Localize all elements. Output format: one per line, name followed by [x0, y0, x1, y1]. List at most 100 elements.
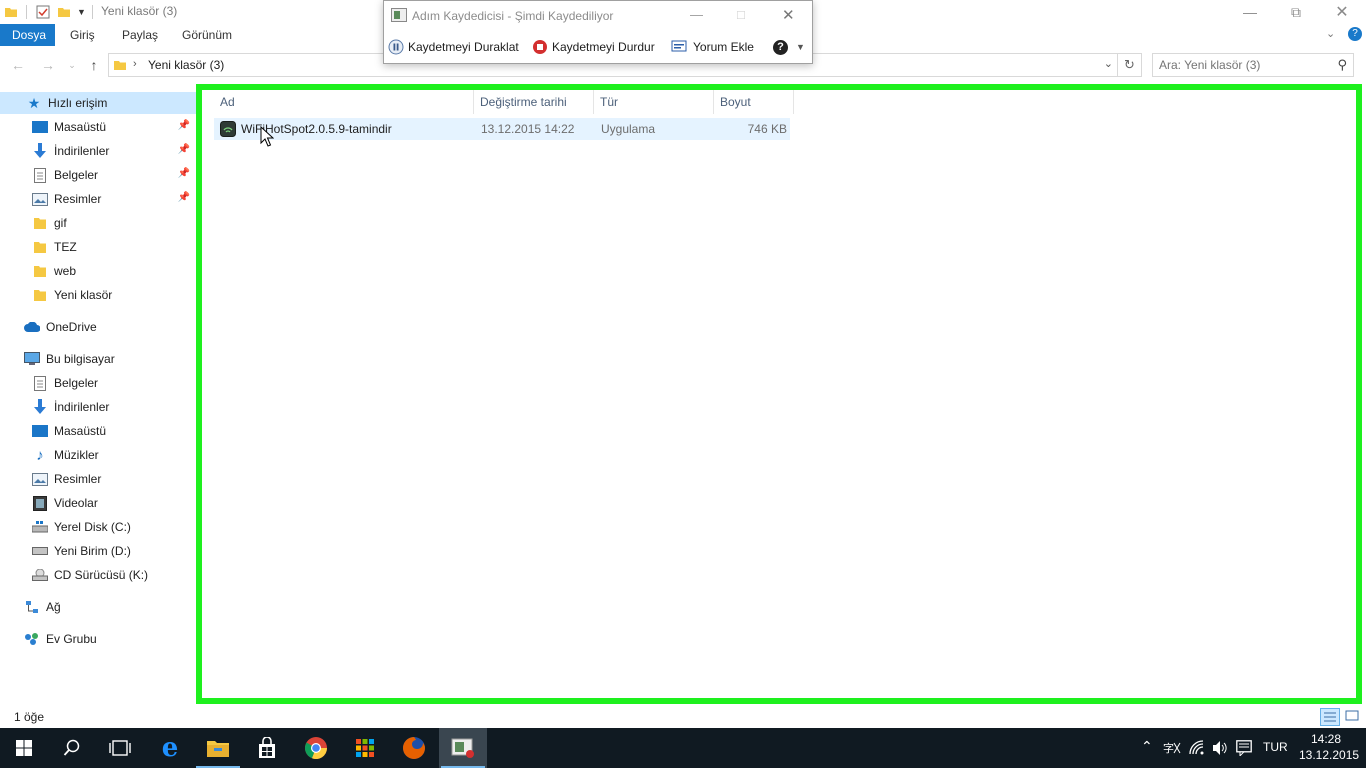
taskbar-apps[interactable] — [341, 728, 389, 768]
tab-share[interactable]: Paylaş — [110, 24, 170, 46]
nav-item-gif[interactable]: gif — [0, 212, 196, 234]
tab-file[interactable]: Dosya — [0, 24, 55, 46]
nav-item-tez[interactable]: TEZ — [0, 236, 196, 258]
customize-qat-icon[interactable]: ▼ — [77, 7, 86, 17]
pin-icon[interactable]: 📌 — [178, 192, 190, 203]
table-row[interactable]: WiFiHotSpot2.0.5.9-tamindir 13.12.2015 1… — [214, 118, 790, 140]
column-header-name[interactable]: Ad — [214, 90, 474, 114]
column-header-type[interactable]: Tür — [594, 90, 714, 114]
address-dropdown-icon[interactable]: ⌄ — [1104, 57, 1113, 70]
nav-pc-documents[interactable]: Belgeler — [0, 372, 196, 394]
ime-icon[interactable]: 字 — [1163, 740, 1181, 756]
nav-item-downloads[interactable]: İndirilenler 📌 — [0, 140, 196, 162]
stop-recording-button[interactable]: Kaydetmeyi Durdur — [532, 37, 655, 57]
input-language[interactable]: TUR — [1263, 740, 1288, 754]
search-box[interactable]: ⚲ — [1152, 53, 1354, 77]
nav-pc-music[interactable]: ♪ Müzikler — [0, 444, 196, 466]
nav-onedrive[interactable]: OneDrive — [0, 316, 196, 338]
quick-access-toolbar: ▼ — [4, 3, 99, 21]
tab-view[interactable]: Görünüm — [170, 24, 244, 46]
refresh-button[interactable]: ↻ — [1118, 53, 1142, 77]
clock-time[interactable]: 14:28 — [1311, 732, 1341, 746]
recorder-help-button[interactable]: ? ▼ — [773, 37, 805, 57]
nav-pc-desktop[interactable]: Masaüstü — [0, 420, 196, 442]
nav-quick-access[interactable]: ★ Hızlı erişim — [0, 92, 196, 114]
start-button[interactable] — [0, 728, 48, 768]
item-count: 1 öğe — [14, 710, 45, 724]
comment-icon — [671, 40, 687, 52]
breadcrumb-separator-icon[interactable]: › — [133, 58, 137, 70]
recorder-title: Adım Kaydedicisi - Şimdi Kaydediliyor — [412, 9, 614, 23]
action-center-icon[interactable] — [1236, 740, 1252, 756]
nav-pc-downloads[interactable]: İndirilenler — [0, 396, 196, 418]
minimize-button[interactable]: — — [1227, 0, 1273, 24]
back-button[interactable]: ← — [8, 55, 28, 75]
file-list-area[interactable]: Ad Değiştirme tarihi Tür Boyut WiFiHotSp… — [196, 84, 1362, 704]
videos-icon — [32, 495, 48, 511]
breadcrumb[interactable]: Yeni klasör (3) — [148, 58, 224, 72]
search-button[interactable] — [48, 728, 96, 768]
nav-pc-local-disk[interactable]: Yerel Disk (C:) — [0, 516, 196, 538]
svg-text:字: 字 — [1163, 741, 1174, 755]
large-icons-view-icon — [1345, 710, 1359, 721]
show-hidden-icons-icon[interactable]: ⌃ — [1141, 738, 1153, 755]
navigation-pane: ★ Hızlı erişim Masaüstü 📌 İndirilenler 📌… — [0, 88, 196, 698]
nav-label: Resimler — [54, 192, 102, 206]
column-header-modified[interactable]: Değiştirme tarihi — [474, 90, 594, 114]
new-folder-icon[interactable] — [57, 5, 71, 19]
up-button[interactable]: ↑ — [84, 55, 104, 75]
clock-date[interactable]: 13.12.2015 — [1299, 748, 1359, 762]
details-view-button[interactable] — [1320, 708, 1340, 726]
nav-homegroup[interactable]: Ev Grubu — [0, 628, 196, 650]
properties-icon[interactable] — [35, 4, 51, 20]
expand-ribbon-icon[interactable]: ⌄ — [1326, 27, 1335, 40]
search-input[interactable] — [1159, 57, 1329, 73]
nav-network[interactable]: Ağ — [0, 596, 196, 618]
nav-label: Masaüstü — [54, 424, 107, 438]
forward-button[interactable]: → — [38, 55, 58, 75]
column-header-size[interactable]: Boyut — [714, 90, 794, 114]
taskbar-store[interactable] — [243, 728, 291, 768]
tab-home[interactable]: Giriş — [58, 24, 107, 46]
pin-icon[interactable]: 📌 — [178, 120, 190, 131]
nav-pc-drive-d[interactable]: Yeni Birim (D:) — [0, 540, 196, 562]
task-view-button[interactable] — [96, 728, 144, 768]
restore-button[interactable]: ⧉ — [1273, 0, 1319, 24]
volume-icon[interactable] — [1212, 740, 1230, 756]
nav-this-pc[interactable]: Bu bilgisayar — [0, 348, 196, 370]
nav-pc-pictures[interactable]: Resimler — [0, 468, 196, 490]
nav-pc-videos[interactable]: Videolar — [0, 492, 196, 514]
recent-locations-button[interactable]: ⌄ — [62, 55, 82, 75]
pin-icon[interactable]: 📌 — [178, 168, 190, 179]
nav-item-pictures[interactable]: Resimler 📌 — [0, 188, 196, 210]
taskbar-firefox[interactable] — [390, 728, 438, 768]
nav-item-web[interactable]: web — [0, 260, 196, 282]
nav-item-desktop[interactable]: Masaüstü 📌 — [0, 116, 196, 138]
documents-icon — [32, 375, 48, 391]
recorder-close-button[interactable]: ✕ — [782, 6, 795, 24]
recorder-maximize-button[interactable]: □ — [737, 7, 745, 22]
search-icon[interactable]: ⚲ — [1337, 57, 1347, 73]
wifi-icon[interactable] — [1189, 740, 1205, 756]
nav-label: Yeni klasör — [54, 288, 113, 302]
steps-recorder-window: Adım Kaydedicisi - Şimdi Kaydediliyor — … — [383, 0, 813, 64]
taskbar-file-explorer[interactable] — [194, 728, 242, 768]
taskbar-chrome[interactable] — [292, 728, 340, 768]
nav-label: gif — [54, 216, 67, 230]
nav-label: Müzikler — [54, 448, 99, 462]
star-icon: ★ — [27, 94, 41, 111]
chevron-down-icon[interactable]: ▼ — [796, 42, 805, 52]
pause-recording-button[interactable]: Kaydetmeyi Duraklat — [388, 37, 519, 57]
pin-icon[interactable]: 📌 — [178, 144, 190, 155]
taskbar-steps-recorder[interactable] — [439, 728, 487, 768]
help-icon[interactable]: ? — [1348, 27, 1362, 41]
nav-pc-cd-drive[interactable]: CD Sürücüsü (K:) — [0, 564, 196, 586]
nav-item-documents[interactable]: Belgeler 📌 — [0, 164, 196, 186]
large-icons-view-button[interactable] — [1343, 708, 1363, 726]
add-comment-button[interactable]: Yorum Ekle — [671, 37, 754, 57]
close-button[interactable]: ✕ — [1319, 0, 1365, 24]
taskbar-edge[interactable]: e — [146, 728, 194, 768]
recorder-minimize-button[interactable]: — — [690, 7, 703, 22]
nav-item-new-folder[interactable]: Yeni klasör — [0, 284, 196, 306]
firefox-icon — [403, 737, 425, 759]
